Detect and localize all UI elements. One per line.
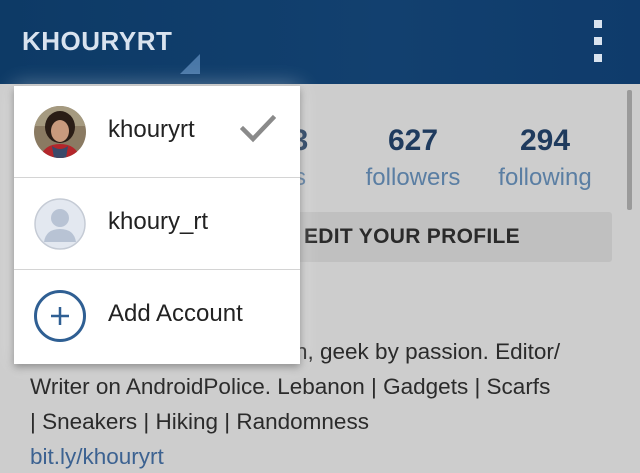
more-dot: [594, 20, 602, 28]
check-icon: [239, 114, 277, 149]
followers-count: 627: [387, 124, 439, 157]
profile-photo-avatar: [34, 106, 86, 158]
account-username: khoury_rt: [108, 208, 209, 235]
account-item-khouryrt[interactable]: khouryrt: [14, 86, 300, 178]
following-stat[interactable]: 294 following: [490, 124, 600, 192]
edit-profile-button[interactable]: EDIT YOUR PROFILE: [270, 212, 612, 262]
followers-label: followers: [365, 164, 461, 191]
plus-circle-icon: [34, 290, 86, 342]
followers-stat[interactable]: 627 followers: [356, 124, 470, 192]
more-vert-icon[interactable]: [588, 20, 608, 62]
app-bar: KHOURYRT: [0, 0, 640, 84]
account-name-title[interactable]: KHOURYRT: [22, 26, 172, 57]
following-label: following: [498, 164, 592, 191]
account-switch-triangle-icon[interactable]: [180, 54, 200, 74]
scrollbar[interactable]: [627, 90, 632, 210]
following-count: 294: [519, 124, 571, 157]
default-person-avatar: [34, 198, 86, 250]
account-switcher-menu: khouryrt khoury_rt Add Account: [14, 86, 300, 364]
bio-line: Writer on AndroidPolice. Lebanon | Gadge…: [30, 374, 551, 399]
more-dot: [594, 37, 602, 45]
add-account-label: Add Account: [108, 300, 243, 327]
add-account-item[interactable]: Add Account: [14, 270, 300, 362]
bio-line: | Sneakers | Hiking | Randomness: [30, 409, 369, 434]
more-dot: [594, 54, 602, 62]
account-username: khouryrt: [108, 116, 195, 143]
bio-link[interactable]: bit.ly/khouryrt: [30, 439, 630, 473]
account-item-khoury_rt[interactable]: khoury_rt: [14, 178, 300, 270]
